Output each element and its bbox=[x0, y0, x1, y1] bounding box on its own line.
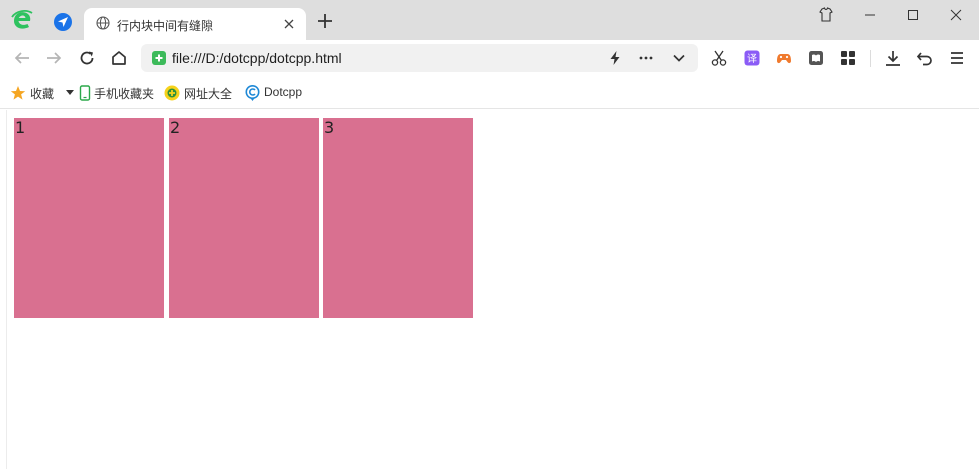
chevron-down-icon[interactable] bbox=[671, 50, 687, 66]
maximize-icon[interactable] bbox=[901, 6, 925, 24]
tab-title: 行内块中间有缝隙 bbox=[117, 19, 214, 33]
bookmarks-bar: 收藏 手机收藏夹 网址大全 Dotcpp bbox=[0, 76, 979, 109]
bookmark-label: 手机收藏夹 bbox=[94, 87, 155, 101]
bookmark-mobile[interactable]: 手机收藏夹 bbox=[79, 84, 157, 102]
lightning-icon[interactable] bbox=[607, 50, 623, 66]
url-text[interactable]: file:///D:/dotcpp/dotcpp.html bbox=[172, 50, 342, 66]
home-icon[interactable] bbox=[110, 49, 128, 67]
reader-icon[interactable] bbox=[807, 49, 825, 67]
pinned-tab-icon[interactable] bbox=[54, 13, 72, 31]
forward-icon[interactable] bbox=[45, 49, 63, 67]
sites-icon bbox=[164, 85, 180, 101]
back-icon[interactable] bbox=[13, 49, 31, 67]
dotcpp-icon bbox=[245, 85, 260, 101]
bookmark-favorites[interactable]: 收藏 bbox=[10, 84, 76, 102]
translate-icon[interactable]: 译 bbox=[743, 49, 761, 67]
close-window-icon[interactable] bbox=[944, 6, 968, 24]
active-tab[interactable]: 行内块中间有缝隙 bbox=[84, 8, 306, 40]
inline-block-1: 1 bbox=[14, 118, 164, 318]
new-tab-icon[interactable] bbox=[316, 12, 334, 30]
inline-block-2: 2 bbox=[169, 118, 319, 318]
star-icon bbox=[10, 86, 26, 100]
page-edge-divider bbox=[6, 110, 7, 469]
apps-grid-icon[interactable] bbox=[839, 49, 857, 67]
phone-icon bbox=[79, 85, 91, 101]
minimize-icon[interactable] bbox=[858, 6, 882, 24]
toolbar-divider bbox=[870, 50, 871, 67]
scissors-icon[interactable] bbox=[710, 49, 728, 67]
globe-icon bbox=[96, 16, 110, 30]
address-bar[interactable]: file:///D:/dotcpp/dotcpp.html bbox=[141, 44, 698, 72]
browser-logo-icon[interactable] bbox=[10, 8, 34, 32]
bookmark-dotcpp[interactable]: Dotcpp bbox=[245, 84, 309, 102]
svg-text:译: 译 bbox=[747, 53, 757, 65]
gamepad-icon[interactable] bbox=[775, 49, 793, 67]
bookmark-label: 网址大全 bbox=[184, 87, 233, 101]
toolbar: file:///D:/dotcpp/dotcpp.html 译 bbox=[0, 40, 979, 76]
tab-strip: 行内块中间有缝隙 bbox=[0, 0, 979, 40]
download-icon[interactable] bbox=[884, 49, 902, 67]
bookmark-label: Dotcpp bbox=[264, 85, 303, 99]
close-tab-icon[interactable] bbox=[282, 17, 296, 31]
skin-icon[interactable] bbox=[814, 6, 838, 24]
security-shield-icon[interactable] bbox=[152, 51, 166, 65]
menu-icon[interactable] bbox=[948, 49, 966, 67]
inline-block-3: 3 bbox=[323, 118, 473, 318]
page-viewport: 1 2 3 bbox=[0, 110, 979, 469]
bookmark-sites[interactable]: 网址大全 bbox=[164, 84, 236, 102]
bookmark-label: 收藏 bbox=[30, 87, 55, 101]
caret-down-icon[interactable] bbox=[66, 90, 74, 96]
undo-icon[interactable] bbox=[916, 49, 934, 67]
more-icon[interactable] bbox=[638, 50, 654, 66]
reload-icon[interactable] bbox=[78, 49, 96, 67]
